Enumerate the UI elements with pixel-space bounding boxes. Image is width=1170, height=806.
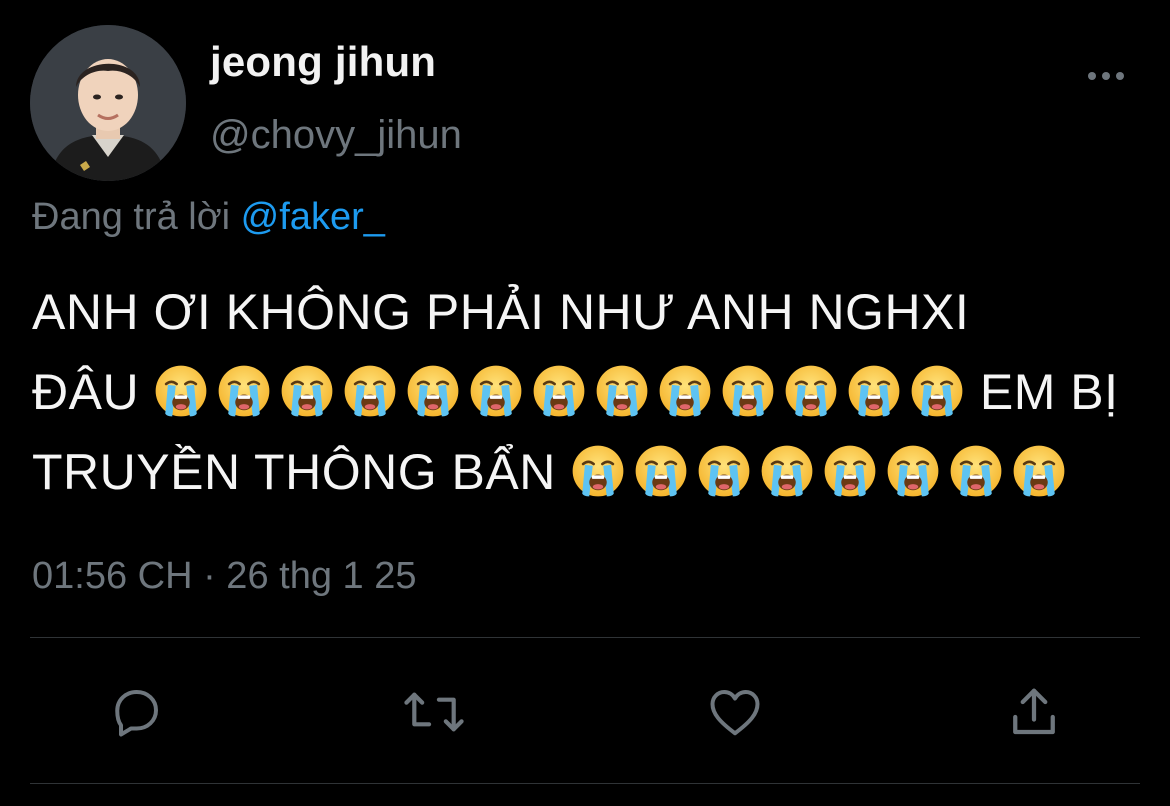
retweet-icon: [404, 692, 464, 732]
loudly-crying-face-icon: [597, 365, 648, 417]
loudly-crying-face-icon: [282, 365, 333, 417]
more-options-button[interactable]: [1080, 52, 1132, 100]
loudly-crying-face-icon: [950, 445, 1002, 497]
tweet-text: ANH ƠI KHÔNG PHẢI NHƯ ANH NGHXI ĐÂU EM B…: [32, 272, 1142, 512]
loudly-crying-face-icon: [471, 365, 522, 417]
emoji-run: [153, 363, 965, 419]
more-dot-icon: [1088, 72, 1096, 80]
tweet-text-line-2-start: ĐÂU: [32, 364, 140, 420]
heart-icon: [710, 690, 760, 736]
tweet-text-line-3-start: TRUYỀN THÔNG BẨN: [32, 444, 556, 500]
loudly-crying-face-icon: [408, 365, 459, 417]
mention-link[interactable]: @faker_: [241, 196, 385, 238]
divider: [30, 783, 1140, 784]
share-icon: [1013, 688, 1055, 735]
share-button[interactable]: [1002, 680, 1066, 744]
loudly-crying-face-icon: [1013, 445, 1065, 497]
reply-icon: [115, 690, 158, 737]
loudly-crying-face-icon: [723, 365, 774, 417]
loudly-crying-face-icon: [698, 445, 750, 497]
loudly-crying-face-icon: [849, 365, 900, 417]
loudly-crying-face-icon: [635, 445, 687, 497]
tweet-text-line-1: ANH ƠI KHÔNG PHẢI NHƯ ANH NGHXI: [32, 284, 970, 340]
retweet-button[interactable]: [402, 680, 466, 744]
loudly-crying-face-icon: [219, 365, 270, 417]
loudly-crying-face-icon: [572, 445, 624, 497]
replying-to: Đang trả lời @faker_: [32, 196, 385, 239]
divider: [30, 637, 1140, 638]
like-button[interactable]: [703, 680, 767, 744]
display-name[interactable]: jeong jihun: [210, 38, 436, 86]
loudly-crying-face-icon: [824, 445, 876, 497]
reply-button[interactable]: [104, 680, 168, 744]
tweet-timestamp[interactable]: 01:56 CH · 26 thg 1 25: [32, 555, 416, 598]
loudly-crying-face-icon: [156, 365, 207, 417]
user-handle[interactable]: @chovy_jihun: [210, 113, 462, 158]
loudly-crying-face-icon: [786, 365, 837, 417]
avatar[interactable]: [30, 25, 186, 181]
loudly-crying-face-icon: [660, 365, 711, 417]
loudly-crying-face-icon: [761, 445, 813, 497]
emoji-run: [570, 443, 1067, 499]
replying-to-label: Đang trả lời: [32, 196, 231, 238]
loudly-crying-face-icon: [345, 365, 396, 417]
tweet-text-line-2-end: EM BỊ: [979, 364, 1119, 420]
loudly-crying-face-icon: [912, 365, 963, 417]
loudly-crying-face-icon: [534, 365, 585, 417]
more-dot-icon: [1102, 72, 1110, 80]
loudly-crying-face-icon: [887, 445, 939, 497]
more-dot-icon: [1116, 72, 1124, 80]
